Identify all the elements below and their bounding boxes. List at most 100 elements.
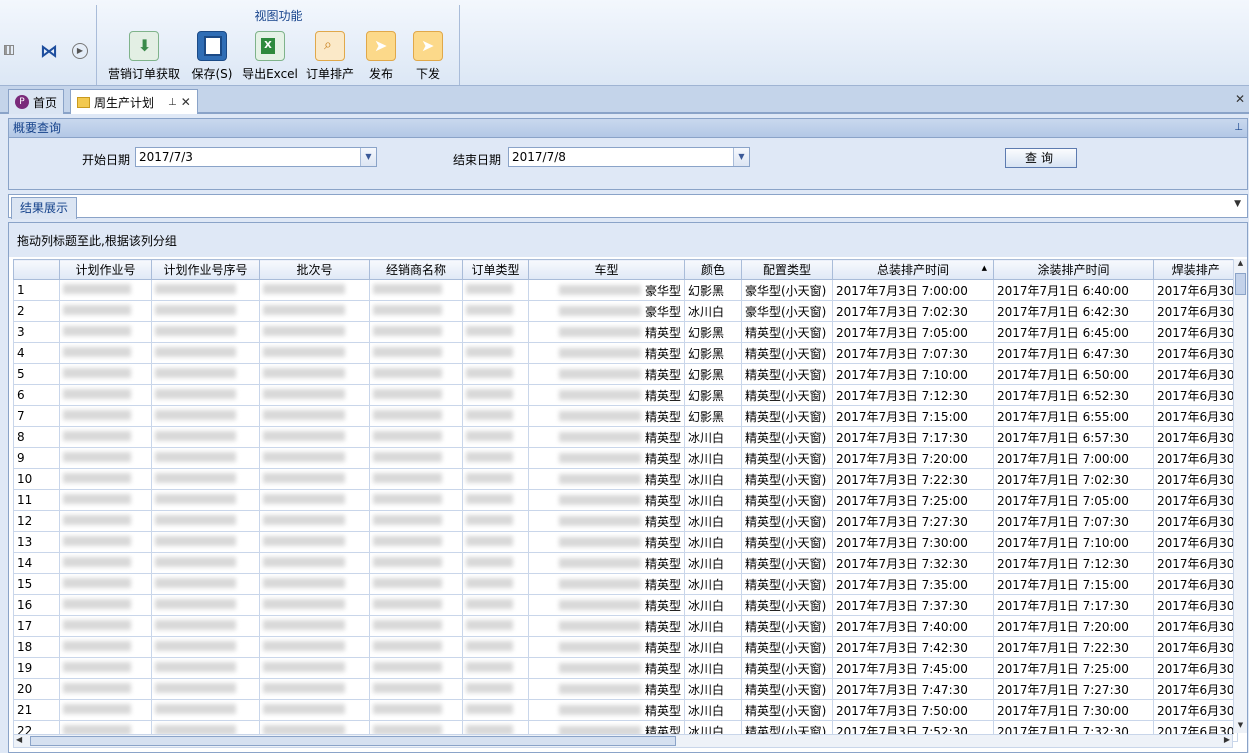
table-cell[interactable]: 4	[13, 342, 60, 364]
table-cell[interactable]: 2017年6月30	[1152, 468, 1239, 490]
table-cell[interactable]: 7	[13, 405, 60, 427]
table-cell[interactable]: 精英型(小天窗)	[741, 468, 833, 490]
table-cell[interactable]: 精英型(小天窗)	[741, 678, 833, 700]
table-cell[interactable]	[151, 594, 260, 616]
table-cell[interactable]: 2017年7月1日 7:27:30	[993, 678, 1154, 700]
table-cell[interactable]: 冰川白	[684, 573, 742, 595]
table-cell[interactable]	[259, 657, 370, 679]
table-cell[interactable]: 精英型(小天窗)	[741, 531, 833, 553]
table-cell[interactable]: 2017年7月1日 7:17:30	[993, 594, 1154, 616]
table-cell[interactable]	[59, 657, 152, 679]
table-cell[interactable]	[59, 468, 152, 490]
table-cell[interactable]: 精英型	[528, 447, 685, 469]
table-cell[interactable]: 17	[13, 615, 60, 637]
table-cell[interactable]: 2017年7月1日 7:07:30	[993, 510, 1154, 532]
table-cell[interactable]	[369, 342, 463, 364]
table-cell[interactable]	[462, 426, 529, 448]
horizontal-scrollbar[interactable]: ◀ ▶	[13, 734, 1233, 748]
scroll-left-icon[interactable]: ◀	[16, 735, 22, 744]
table-cell[interactable]	[369, 678, 463, 700]
table-cell[interactable]	[151, 573, 260, 595]
table-cell[interactable]: 精英型	[528, 321, 685, 343]
table-cell[interactable]: 2017年6月30	[1152, 321, 1239, 343]
table-cell[interactable]	[151, 321, 260, 343]
table-cell[interactable]: 2017年6月30	[1152, 615, 1239, 637]
table-cell[interactable]: 精英型(小天窗)	[741, 615, 833, 637]
table-cell[interactable]: 12	[13, 510, 60, 532]
table-cell[interactable]: 精英型	[528, 363, 685, 385]
table-cell[interactable]: 精英型(小天窗)	[741, 573, 833, 595]
table-cell[interactable]	[59, 321, 152, 343]
scroll-thumb[interactable]	[1235, 273, 1246, 295]
table-row[interactable]: 20 精英型 冰川白 精英型(小天窗) 2017年7月3日 7:47:30 2017年7月…	[13, 678, 1239, 700]
table-cell[interactable]: 精英型	[528, 426, 685, 448]
table-cell[interactable]: 豪华型(小天窗)	[741, 279, 833, 301]
table-cell[interactable]: 2017年6月30	[1152, 531, 1239, 553]
table-cell[interactable]: 6	[13, 384, 60, 406]
column-header[interactable]: 批次号	[259, 259, 370, 280]
table-cell[interactable]: 精英型(小天窗)	[741, 510, 833, 532]
table-cell[interactable]: 冰川白	[684, 552, 742, 574]
table-cell[interactable]	[59, 342, 152, 364]
table-cell[interactable]	[462, 615, 529, 637]
table-cell[interactable]	[151, 657, 260, 679]
table-row[interactable]: 10 精英型 冰川白 精英型(小天窗) 2017年7月3日 7:22:30 2017年7月…	[13, 468, 1239, 490]
table-cell[interactable]: 精英型	[528, 342, 685, 364]
table-cell[interactable]	[151, 699, 260, 721]
table-cell[interactable]: 精英型(小天窗)	[741, 636, 833, 658]
table-cell[interactable]: 2017年7月3日 7:20:00	[832, 447, 994, 469]
table-cell[interactable]	[259, 447, 370, 469]
table-cell[interactable]: 11	[13, 489, 60, 511]
table-cell[interactable]: 21	[13, 699, 60, 721]
table-cell[interactable]: 2017年7月3日 7:35:00	[832, 573, 994, 595]
table-cell[interactable]: 精英型(小天窗)	[741, 342, 833, 364]
table-cell[interactable]	[151, 342, 260, 364]
table-cell[interactable]	[462, 510, 529, 532]
table-cell[interactable]: 2017年7月1日 7:20:00	[993, 615, 1154, 637]
table-cell[interactable]: 2017年7月1日 6:45:00	[993, 321, 1154, 343]
table-cell[interactable]	[369, 699, 463, 721]
table-cell[interactable]	[369, 321, 463, 343]
table-cell[interactable]: 2017年6月30	[1152, 594, 1239, 616]
table-cell[interactable]	[151, 300, 260, 322]
table-cell[interactable]: 2017年7月3日 7:40:00	[832, 615, 994, 637]
table-cell[interactable]	[59, 636, 152, 658]
table-cell[interactable]: 冰川白	[684, 510, 742, 532]
table-cell[interactable]	[462, 384, 529, 406]
table-cell[interactable]	[259, 300, 370, 322]
table-cell[interactable]	[59, 594, 152, 616]
table-cell[interactable]: 20	[13, 678, 60, 700]
table-row[interactable]: 16 精英型 冰川白 精英型(小天窗) 2017年7月3日 7:37:30 2017年7月…	[13, 594, 1239, 616]
visual-studio-icon[interactable]: ⋈	[40, 41, 58, 62]
tab-weekly-plan[interactable]: 周生产计划 ⊥ ✕	[70, 89, 198, 114]
table-cell[interactable]	[369, 531, 463, 553]
table-cell[interactable]	[462, 573, 529, 595]
table-cell[interactable]	[151, 489, 260, 511]
table-cell[interactable]	[151, 678, 260, 700]
scroll-right-icon[interactable]: ▶	[1224, 735, 1230, 744]
table-cell[interactable]	[151, 447, 260, 469]
start-date-field[interactable]: 2017/7/3 ▼	[135, 147, 377, 167]
table-row[interactable]: 4 精英型 幻影黑 精英型(小天窗) 2017年7月3日 7:07:30 2017年7月1…	[13, 342, 1239, 364]
table-cell[interactable]: 5	[13, 363, 60, 385]
table-cell[interactable]: 2017年7月3日 7:12:30	[832, 384, 994, 406]
table-cell[interactable]	[151, 615, 260, 637]
vertical-scrollbar[interactable]: ▲ ▼	[1233, 259, 1247, 733]
dispatch-button[interactable]: ➤ 下发	[392, 31, 464, 82]
table-cell[interactable]	[369, 573, 463, 595]
column-header[interactable]: 计划作业号序号	[151, 259, 260, 280]
table-cell[interactable]: 8	[13, 426, 60, 448]
table-cell[interactable]: 2017年7月3日 7:22:30	[832, 468, 994, 490]
table-cell[interactable]	[59, 699, 152, 721]
table-row[interactable]: 1 豪华型 幻影黑 豪华型(小天窗) 2017年7月3日 7:00:00 2017年7月1…	[13, 279, 1239, 301]
table-cell[interactable]: 2017年6月30	[1152, 489, 1239, 511]
table-cell[interactable]: 冰川白	[684, 426, 742, 448]
table-cell[interactable]	[259, 489, 370, 511]
table-cell[interactable]: 精英型	[528, 405, 685, 427]
scroll-down-icon[interactable]: ▼	[1234, 721, 1247, 733]
table-cell[interactable]: 精英型	[528, 531, 685, 553]
table-row[interactable]: 5 精英型 幻影黑 精英型(小天窗) 2017年7月3日 7:10:00 2017年7月1…	[13, 363, 1239, 385]
table-cell[interactable]: 2017年6月30	[1152, 342, 1239, 364]
table-cell[interactable]: 18	[13, 636, 60, 658]
table-cell[interactable]: 2017年7月1日 6:47:30	[993, 342, 1154, 364]
